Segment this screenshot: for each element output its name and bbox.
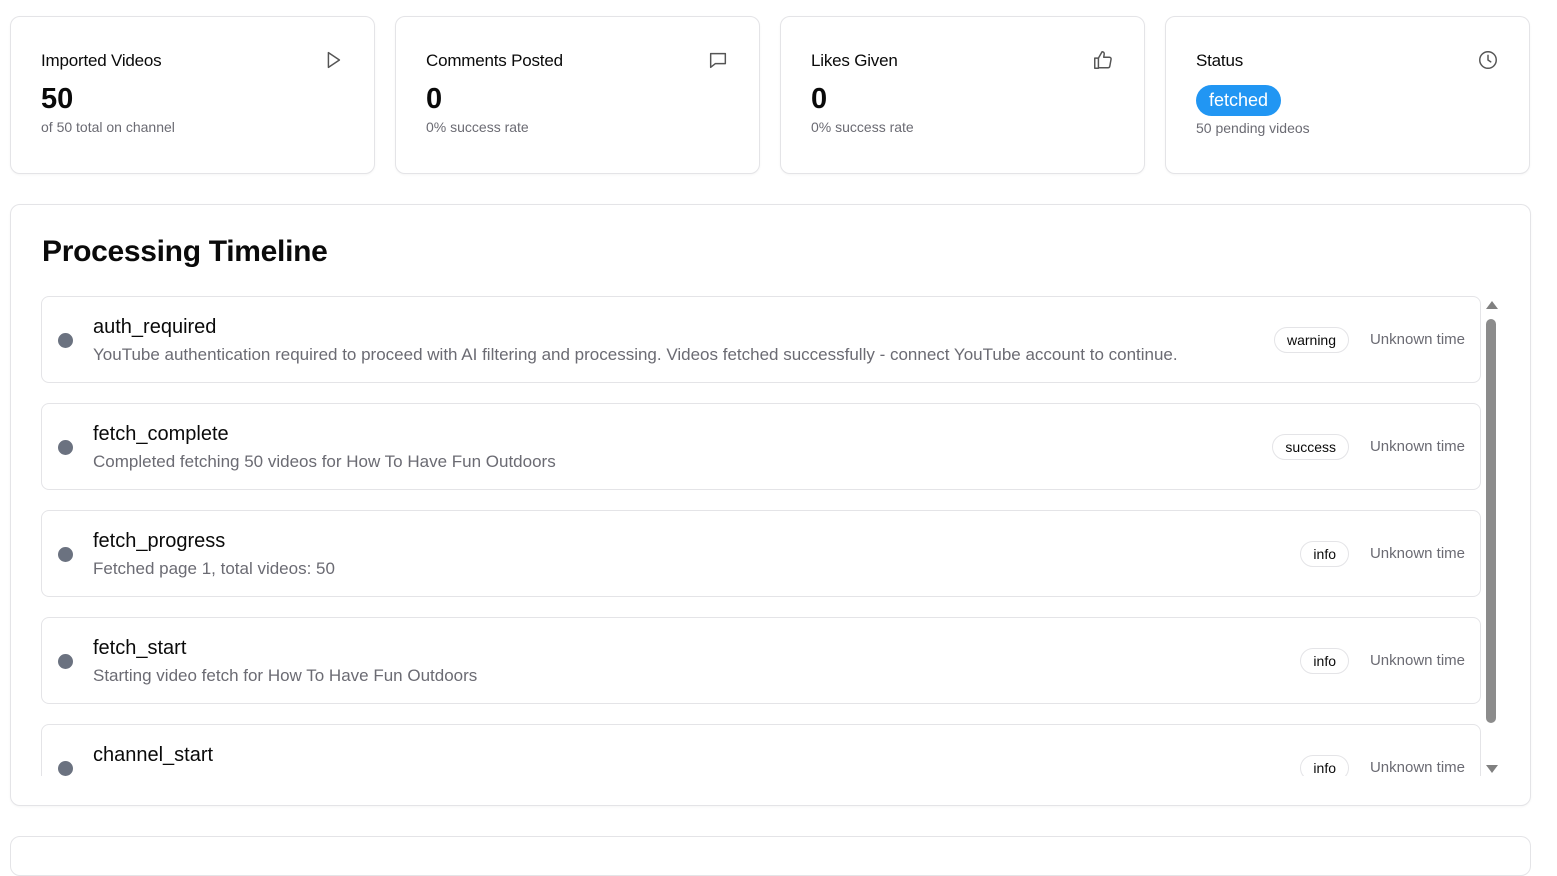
- play-icon: [327, 51, 341, 69]
- status-badge: fetched: [1196, 85, 1282, 116]
- timeline-event: fetch_complete Completed fetching 50 vid…: [41, 403, 1481, 490]
- scroll-down-arrow-icon[interactable]: [1486, 765, 1498, 773]
- likes-given-sub: 0% success rate: [811, 119, 914, 135]
- event-name: auth_required: [93, 316, 217, 338]
- comments-posted-value: 0: [426, 83, 443, 115]
- thumbs-up-icon: [1094, 51, 1112, 69]
- event-time: Unknown time: [1369, 545, 1465, 562]
- event-name: fetch_progress: [93, 530, 226, 552]
- event-time: Unknown time: [1369, 759, 1465, 776]
- event-description: Completed fetching 50 videos for How To …: [93, 452, 556, 471]
- likes-given-card: Likes Given 0 0% success rate: [780, 16, 1145, 174]
- comments-posted-title: Comments Posted: [426, 51, 563, 70]
- event-level-badge: warning: [1273, 327, 1349, 353]
- event-status-dot: [58, 440, 73, 455]
- timeline-scrollbar[interactable]: [1484, 301, 1498, 773]
- scroll-thumb[interactable]: [1486, 319, 1496, 723]
- scroll-up-arrow-icon[interactable]: [1486, 301, 1498, 309]
- event-status-dot: [58, 654, 73, 669]
- event-level-badge: info: [1300, 541, 1349, 567]
- event-time: Unknown time: [1369, 438, 1465, 455]
- status-sub: 50 pending videos: [1196, 120, 1310, 136]
- next-section-card: [10, 836, 1531, 876]
- clock-icon: [1479, 51, 1497, 69]
- imported-videos-value: 50: [41, 83, 74, 115]
- timeline-event: auth_required YouTube authentication req…: [41, 296, 1481, 383]
- timeline-list[interactable]: auth_required YouTube authentication req…: [41, 296, 1482, 776]
- imported-videos-card: Imported Videos 50 of 50 total on channe…: [10, 16, 375, 174]
- message-square-icon: [709, 52, 727, 69]
- comments-posted-sub: 0% success rate: [426, 119, 529, 135]
- event-level-badge: info: [1300, 755, 1349, 776]
- status-title: Status: [1196, 51, 1243, 70]
- status-card: Status fetched 50 pending videos: [1165, 16, 1530, 174]
- event-description: YouTube authentication required to proce…: [93, 345, 1178, 364]
- processing-timeline-card: Processing Timeline auth_required YouTub…: [10, 204, 1531, 806]
- event-name: fetch_complete: [93, 423, 229, 445]
- event-status-dot: [58, 333, 73, 348]
- event-level-badge: success: [1272, 434, 1349, 460]
- likes-given-value: 0: [811, 83, 828, 115]
- imported-videos-sub: of 50 total on channel: [41, 119, 175, 135]
- event-name: fetch_start: [93, 637, 187, 659]
- imported-videos-title: Imported Videos: [41, 51, 162, 70]
- timeline-title: Processing Timeline: [42, 235, 328, 268]
- event-time: Unknown time: [1369, 652, 1465, 669]
- likes-given-title: Likes Given: [811, 51, 898, 70]
- event-status-dot: [58, 761, 73, 776]
- event-time: Unknown time: [1369, 331, 1465, 348]
- event-description: Starting video fetch for How To Have Fun…: [93, 666, 478, 685]
- event-level-badge: info: [1300, 648, 1349, 674]
- timeline-event: channel_start info Unknown time: [41, 724, 1481, 776]
- stats-row: Imported Videos 50 of 50 total on channe…: [10, 16, 1530, 174]
- comments-posted-card: Comments Posted 0 0% success rate: [395, 16, 760, 174]
- event-status-dot: [58, 547, 73, 562]
- timeline-event: fetch_progress Fetched page 1, total vid…: [41, 510, 1481, 597]
- event-description: Fetched page 1, total videos: 50: [93, 559, 335, 578]
- event-name: channel_start: [93, 744, 214, 766]
- timeline-event: fetch_start Starting video fetch for How…: [41, 617, 1481, 704]
